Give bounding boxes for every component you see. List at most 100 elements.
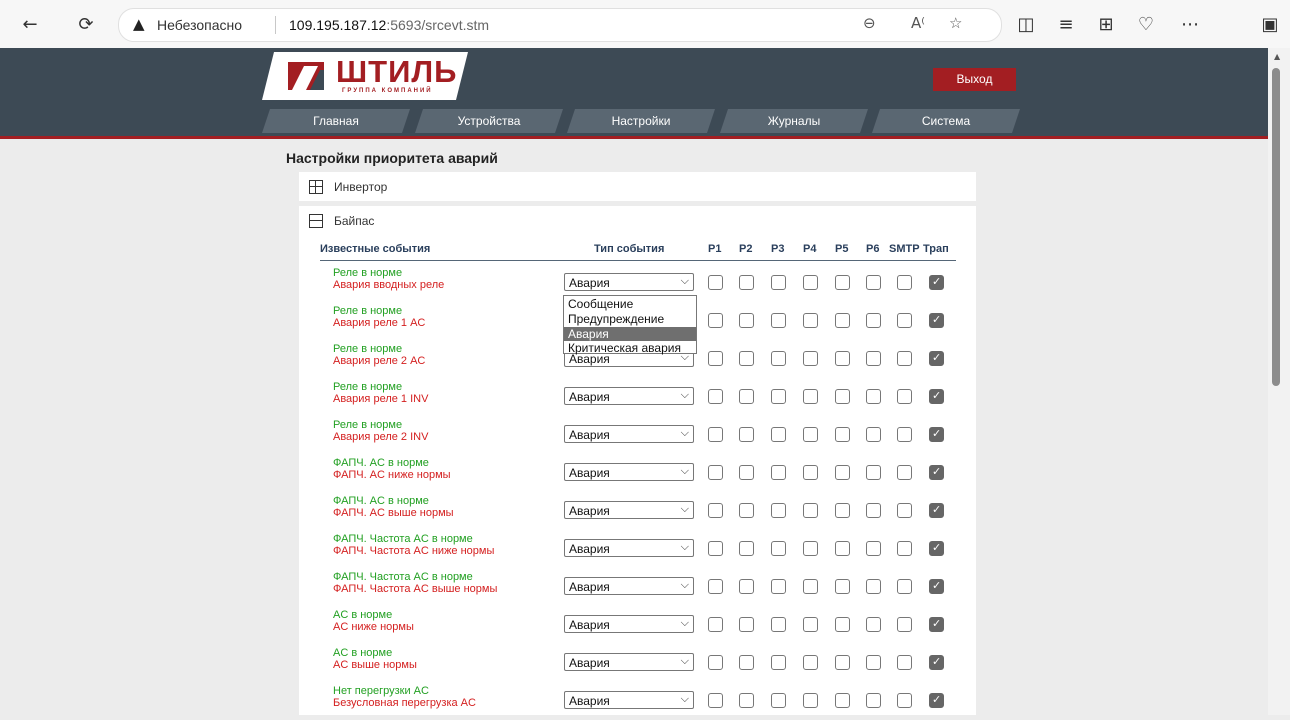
dropdown-option[interactable]: Сообщение <box>564 297 696 311</box>
nav-tab-devices[interactable]: Устройства <box>415 109 563 133</box>
checkbox-p2[interactable] <box>739 693 754 708</box>
checkbox-p1[interactable] <box>708 389 723 404</box>
checkbox-p4[interactable] <box>803 465 818 480</box>
checkbox-p2[interactable] <box>739 655 754 670</box>
checkbox-p4[interactable] <box>803 313 818 328</box>
checkbox-p6[interactable] <box>866 579 881 594</box>
checkbox-p3[interactable] <box>771 427 786 442</box>
checkbox-p5[interactable] <box>835 275 850 290</box>
collapse-icon[interactable] <box>309 214 323 228</box>
checkbox-p4[interactable] <box>803 655 818 670</box>
checkbox-трап[interactable] <box>929 313 944 328</box>
checkbox-p6[interactable] <box>866 617 881 632</box>
checkbox-p6[interactable] <box>866 465 881 480</box>
checkbox-p3[interactable] <box>771 655 786 670</box>
checkbox-трап[interactable] <box>929 541 944 556</box>
event-type-select[interactable]: Авария ⌵ <box>564 463 694 481</box>
checkbox-трап[interactable] <box>929 655 944 670</box>
checkbox-p1[interactable] <box>708 617 723 632</box>
checkbox-p5[interactable] <box>835 389 850 404</box>
refresh-icon[interactable]: ⟳ <box>72 10 100 38</box>
panel-inverter[interactable]: Инвертор <box>299 172 976 201</box>
event-type-select[interactable]: Авария ⌵ <box>564 501 694 519</box>
checkbox-трап[interactable] <box>929 427 944 442</box>
event-type-select[interactable]: Авария ⌵ <box>564 425 694 443</box>
checkbox-p6[interactable] <box>866 693 881 708</box>
checkbox-p3[interactable] <box>771 693 786 708</box>
checkbox-p2[interactable] <box>739 427 754 442</box>
dropdown-option[interactable]: Критическая авария <box>564 341 696 355</box>
checkbox-p5[interactable] <box>835 465 850 480</box>
checkbox-p4[interactable] <box>803 427 818 442</box>
checkbox-smtp[interactable] <box>897 313 912 328</box>
checkbox-p4[interactable] <box>803 351 818 366</box>
checkbox-smtp[interactable] <box>897 275 912 290</box>
checkbox-трап[interactable] <box>929 693 944 708</box>
checkbox-p5[interactable] <box>835 693 850 708</box>
checkbox-p5[interactable] <box>835 351 850 366</box>
dropdown-option[interactable]: Предупреждение <box>564 312 696 326</box>
checkbox-p2[interactable] <box>739 275 754 290</box>
split-screen-icon[interactable]: ◫ <box>1012 10 1040 38</box>
checkbox-smtp[interactable] <box>897 617 912 632</box>
checkbox-p6[interactable] <box>866 351 881 366</box>
checkbox-p6[interactable] <box>866 275 881 290</box>
checkbox-p4[interactable] <box>803 389 818 404</box>
checkbox-smtp[interactable] <box>897 655 912 670</box>
checkbox-трап[interactable] <box>929 275 944 290</box>
checkbox-smtp[interactable] <box>897 541 912 556</box>
checkbox-p2[interactable] <box>739 465 754 480</box>
checkbox-p1[interactable] <box>708 465 723 480</box>
checkbox-трап[interactable] <box>929 389 944 404</box>
favorites-list-icon[interactable]: ≡ <box>1052 10 1080 38</box>
checkbox-p1[interactable] <box>708 351 723 366</box>
event-type-select[interactable]: Авария ⌵ <box>564 615 694 633</box>
checkbox-smtp[interactable] <box>897 465 912 480</box>
checkbox-p1[interactable] <box>708 693 723 708</box>
checkbox-p6[interactable] <box>866 655 881 670</box>
event-type-select[interactable]: Авария ⌵ <box>564 691 694 709</box>
checkbox-трап[interactable] <box>929 351 944 366</box>
checkbox-p4[interactable] <box>803 617 818 632</box>
event-type-select[interactable]: Авария ⌵ <box>564 539 694 557</box>
logout-button[interactable]: Выход <box>933 68 1016 91</box>
checkbox-p6[interactable] <box>866 427 881 442</box>
checkbox-p5[interactable] <box>835 427 850 442</box>
checkbox-p1[interactable] <box>708 541 723 556</box>
scrollbar[interactable]: ▲ <box>1268 48 1290 715</box>
checkbox-smtp[interactable] <box>897 389 912 404</box>
checkbox-p3[interactable] <box>771 503 786 518</box>
checkbox-p4[interactable] <box>803 579 818 594</box>
panel-label-bypass[interactable]: Байпас <box>334 214 374 228</box>
event-type-select[interactable]: Авария ⌵ <box>564 653 694 671</box>
checkbox-p3[interactable] <box>771 465 786 480</box>
checkbox-p3[interactable] <box>771 389 786 404</box>
checkbox-p3[interactable] <box>771 541 786 556</box>
zoom-icon[interactable]: ⊖ <box>863 14 876 32</box>
scroll-up-icon[interactable]: ▲ <box>1274 52 1280 61</box>
checkbox-p3[interactable] <box>771 617 786 632</box>
checkbox-p1[interactable] <box>708 579 723 594</box>
checkbox-трап[interactable] <box>929 579 944 594</box>
checkbox-smtp[interactable] <box>897 693 912 708</box>
checkbox-p4[interactable] <box>803 693 818 708</box>
checkbox-p3[interactable] <box>771 275 786 290</box>
checkbox-p2[interactable] <box>739 389 754 404</box>
nav-tab-logs[interactable]: Журналы <box>720 109 868 133</box>
checkbox-smtp[interactable] <box>897 427 912 442</box>
checkbox-трап[interactable] <box>929 617 944 632</box>
checkbox-p4[interactable] <box>803 503 818 518</box>
security-label[interactable]: Небезопасно <box>157 17 242 33</box>
event-type-select[interactable]: Авария ⌵ <box>564 577 694 595</box>
checkbox-трап[interactable] <box>929 465 944 480</box>
checkbox-p1[interactable] <box>708 427 723 442</box>
checkbox-трап[interactable] <box>929 503 944 518</box>
checkbox-p5[interactable] <box>835 655 850 670</box>
expand-icon[interactable] <box>309 180 323 194</box>
nav-tab-system[interactable]: Система <box>872 109 1020 133</box>
url-text[interactable]: 109.195.187.12:5693/srcevt.stm <box>289 17 489 33</box>
address-bar[interactable]: ▲ Небезопасно 109.195.187.12:5693/srcevt… <box>118 8 1002 42</box>
dropdown-option-highlighted[interactable]: Авария <box>564 327 696 341</box>
checkbox-p5[interactable] <box>835 541 850 556</box>
health-icon[interactable]: ♡ <box>1132 10 1160 38</box>
